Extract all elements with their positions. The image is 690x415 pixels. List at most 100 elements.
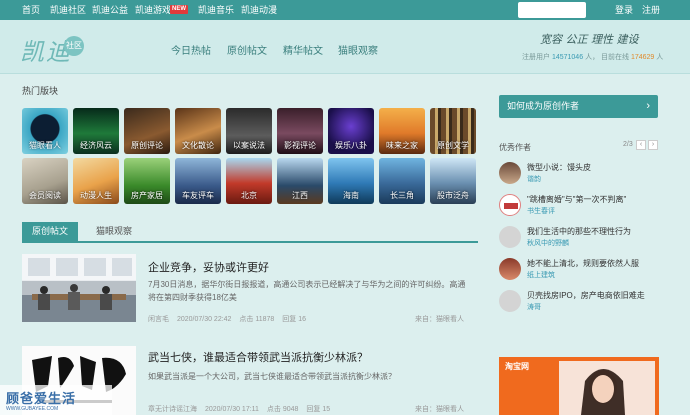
board-tile[interactable]: 原创文学 [430, 108, 476, 154]
top-nav-anime[interactable]: 凯迪动漫 [241, 0, 277, 20]
board-tile[interactable]: 车友评车 [175, 158, 221, 204]
login-link[interactable]: 登录 [615, 0, 633, 20]
chevron-right-icon: › [646, 100, 650, 112]
author-post-title[interactable]: 她不能上清北，规则要依然人服 [527, 258, 639, 269]
author-name[interactable]: 秋风中的野麟 [527, 238, 569, 248]
article-summary: 7月30日消息，据华尔街日报报道，高通公司表示已经解决了与华为之间的许可纠纷。高… [148, 280, 466, 302]
board-tile[interactable]: 娱乐八卦 [328, 108, 374, 154]
avatar[interactable] [499, 162, 521, 184]
article-meta: 闲言毛 2020/07/30 22:42 点击 11878 回复 16 来自：猫… [148, 314, 470, 324]
top-nav-charity[interactable]: 凯迪公益 [92, 0, 128, 20]
board-label: 北京 [241, 191, 257, 200]
sidebar-ad-banner[interactable]: 淘宝网 [499, 357, 659, 415]
avatar[interactable] [499, 226, 521, 248]
stats-registered-label: 注册用户 [522, 54, 550, 61]
chevron-left-icon[interactable]: ‹ [636, 140, 646, 150]
board-label: 动漫人生 [80, 191, 112, 200]
board-tile[interactable]: 文化散论 [175, 108, 221, 154]
register-link[interactable]: 注册 [642, 0, 660, 20]
board-tile[interactable]: 房产家居 [124, 158, 170, 204]
board-tile[interactable]: 猫眼看人 [22, 108, 68, 154]
board-tile[interactable]: 动漫人生 [73, 158, 119, 204]
office-photo-icon [22, 254, 136, 310]
board-label: 影视评论 [284, 141, 316, 150]
board-label: 股市泛舟 [437, 191, 469, 200]
board-label: 会员阅读 [29, 191, 61, 200]
become-author-button[interactable]: 如何成为原创作者 › [499, 95, 658, 118]
author-post-title[interactable]: 我们生活中的那些不理性行为 [527, 226, 631, 237]
board-tile[interactable]: 江西 [277, 158, 323, 204]
board-tile[interactable]: 以案说法 [226, 108, 272, 154]
watermark-text: 顾爸爱生活 [6, 391, 77, 406]
tab-cat-eye[interactable]: 猫眼观察 [94, 222, 134, 241]
avatar[interactable] [499, 290, 521, 312]
author-post-title[interactable]: 微型小说：馒头皮 [527, 162, 591, 173]
main-nav-featured[interactable]: 精华帖文 [283, 42, 323, 57]
main-nav-today-hot[interactable]: 今日热帖 [171, 42, 211, 57]
author-item[interactable]: 微型小说：馒头皮 谐韵 [499, 162, 659, 186]
board-tile[interactable]: 影视评论 [277, 108, 323, 154]
top-nav-bar: 首页 凯迪社区 凯迪公益 凯迪游戏 NEW 凯迪音乐 凯迪动漫 登录 注册 [0, 0, 690, 20]
article-source[interactable]: 来自：猫眼看人 [415, 314, 464, 324]
author-name[interactable]: 谐韵 [527, 174, 541, 184]
article-author[interactable]: 闲言毛 [148, 316, 169, 323]
tab-original-posts[interactable]: 原创帖文 [22, 222, 78, 241]
board-tile[interactable]: 长三角 [379, 158, 425, 204]
top-nav-community[interactable]: 凯迪社区 [50, 0, 86, 20]
board-tile[interactable]: 海南 [328, 158, 374, 204]
stats-online-label: 目前在线 [601, 54, 630, 61]
board-label: 长三角 [390, 191, 414, 200]
author-name[interactable]: 纸上建筑 [527, 270, 555, 280]
main-nav-original[interactable]: 原创帖文 [227, 42, 267, 57]
author-post-title[interactable]: 贝壳找房IPO，房产电商依旧难走 [527, 290, 645, 301]
author-item[interactable]: 贝壳找房IPO，房产电商依旧难走 涛哥 [499, 290, 659, 314]
authors-title: 优秀作者 [499, 143, 531, 152]
article-item[interactable]: 企业竞争，妥协或许更好 7月30日消息，据华尔街日报报道，高通公司表示已经解决了… [22, 254, 478, 326]
author-item[interactable]: "跳槽离婚"与"第一次不判离" 书生春评 [499, 194, 659, 218]
text-logo-icon [504, 203, 518, 209]
board-label: 味来之家 [386, 141, 418, 150]
article-replies: 回复 15 [306, 406, 331, 413]
board-tile[interactable]: 股市泛舟 [430, 158, 476, 204]
board-label: 文化散论 [182, 141, 214, 150]
author-item[interactable]: 我们生活中的那些不理性行为 秋风中的野麟 [499, 226, 659, 250]
board-tile[interactable]: 经济风云 [73, 108, 119, 154]
article-thumbnail[interactable] [22, 254, 136, 322]
become-author-label: 如何成为原创作者 [507, 101, 580, 111]
board-tile[interactable]: 味来之家 [379, 108, 425, 154]
board-label: 海南 [343, 191, 359, 200]
board-label: 经济风云 [80, 141, 112, 150]
author-post-title[interactable]: "跳槽离婚"与"第一次不判离" [527, 194, 626, 205]
board-label: 江西 [292, 191, 308, 200]
board-tile[interactable]: 北京 [226, 158, 272, 204]
avatar[interactable] [499, 258, 521, 280]
board-label: 车友评车 [182, 191, 214, 200]
stats-online-value: 174629 [630, 54, 655, 61]
author-item[interactable]: 她不能上清北，规则要依然人服 纸上建筑 [499, 258, 659, 282]
article-title[interactable]: 企业竞争，妥协或许更好 [148, 259, 269, 275]
article-source[interactable]: 来自：猫眼看人 [415, 404, 464, 414]
board-label: 房产家居 [131, 191, 163, 200]
authors-pager: 2/3 [623, 141, 633, 148]
avatar[interactable] [499, 194, 521, 216]
site-slogan: 宽容 公正 理性 建设 [540, 33, 639, 46]
board-tile[interactable]: 会员阅读 [22, 158, 68, 204]
top-nav-music[interactable]: 凯迪音乐 [198, 0, 234, 20]
board-label: 原创评论 [131, 141, 163, 150]
watermark-url: WWW.GUBAYEE.COM [6, 406, 59, 412]
search-input[interactable] [518, 2, 586, 18]
author-name[interactable]: 书生春评 [527, 206, 555, 216]
chevron-right-icon[interactable]: › [648, 140, 658, 150]
logo-badge: 社区 [64, 36, 84, 56]
article-title[interactable]: 武当七侠，谁最适合带领武当派抗衡少林派？ [148, 349, 368, 365]
board-tile[interactable]: 原创评论 [124, 108, 170, 154]
author-name[interactable]: 涛哥 [527, 302, 541, 312]
board-label: 以案说法 [233, 141, 265, 150]
article-clicks: 点击 11878 [239, 316, 275, 323]
main-nav-cat-eye[interactable]: 猫眼观察 [338, 42, 378, 57]
top-nav-games[interactable]: 凯迪游戏 [135, 0, 171, 20]
article-time: 2020/07/30 22:42 [176, 316, 232, 323]
article-author[interactable]: 章无计诗谣江海 [148, 406, 197, 413]
stats-unit: 人 [656, 54, 664, 61]
top-nav-home[interactable]: 首页 [22, 0, 40, 20]
